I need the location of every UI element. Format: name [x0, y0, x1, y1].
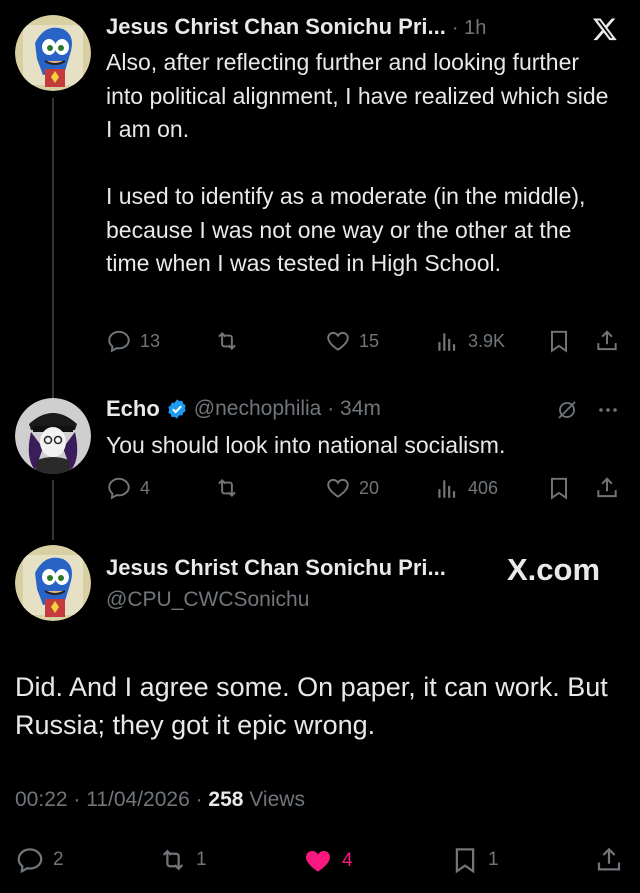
- author-name[interactable]: Jesus Christ Chan Sonichu Pri...: [106, 14, 446, 40]
- like-button[interactable]: 4: [302, 845, 353, 877]
- handle-time[interactable]: @nechophilia · 34m: [194, 397, 381, 421]
- views-count: 406: [468, 477, 499, 498]
- like-icon: [327, 331, 349, 351]
- tweet-text: You should look into national socialism.: [106, 432, 506, 458]
- retweet-button[interactable]: [214, 328, 248, 354]
- grok-icon[interactable]: [555, 398, 579, 427]
- retweet-button[interactable]: 1: [158, 845, 207, 875]
- views-icon: [438, 333, 456, 351]
- like-count: 4: [342, 850, 353, 871]
- author-name[interactable]: Jesus Christ Chan Sonichu Pri...: [106, 555, 446, 581]
- reply-count: 2: [53, 849, 64, 870]
- avatar-cwc[interactable]: [15, 15, 91, 91]
- reply-count: 4: [140, 477, 151, 498]
- reply-icon: [108, 330, 130, 353]
- author-name[interactable]: Echo: [106, 396, 160, 422]
- source-badge: X.com: [507, 552, 601, 587]
- views-button[interactable]: 406: [434, 475, 498, 501]
- retweet-icon: [162, 849, 184, 871]
- views-button[interactable]: 3.9K: [434, 328, 505, 354]
- x-logo-icon[interactable]: [592, 16, 618, 42]
- bookmark-button[interactable]: [546, 475, 572, 501]
- thread-line: [52, 98, 54, 398]
- share-icon: [597, 330, 617, 351]
- share-button[interactable]: [594, 328, 620, 354]
- bookmark-icon: [550, 330, 568, 353]
- bookmark-button[interactable]: [546, 328, 572, 354]
- retweet-button[interactable]: [214, 475, 248, 501]
- share-icon: [597, 477, 617, 498]
- post-time[interactable]: · 1h: [452, 17, 486, 40]
- avatar-echo[interactable]: [15, 398, 91, 474]
- like-count: 15: [359, 330, 380, 351]
- retweet-icon: [218, 332, 236, 350]
- like-button[interactable]: 15: [325, 328, 379, 354]
- bookmark-button[interactable]: 1: [450, 845, 499, 875]
- bookmark-icon: [550, 477, 568, 500]
- like-count: 20: [359, 477, 380, 498]
- bookmark-count: 1: [488, 849, 499, 870]
- reply-button[interactable]: 2: [15, 845, 64, 875]
- thread-line: [52, 480, 54, 540]
- reply-button[interactable]: 13: [106, 328, 160, 354]
- bookmark-icon: [455, 848, 475, 874]
- tweet-text: Also, after reflecting further and looki…: [106, 49, 609, 276]
- share-button[interactable]: [594, 845, 624, 875]
- retweet-icon: [218, 479, 236, 497]
- views-count: 258: [208, 788, 244, 811]
- views-icon: [438, 480, 456, 498]
- like-icon: [305, 851, 331, 872]
- reply-button[interactable]: 4: [106, 475, 150, 501]
- tweet-text: Did. And I agree some. On paper, it can …: [15, 672, 608, 740]
- reply-icon: [17, 848, 43, 874]
- avatar-cwc[interactable]: [15, 545, 91, 621]
- views-label: Views: [243, 788, 305, 811]
- reply-count: 13: [140, 330, 161, 351]
- retweet-count: 1: [196, 849, 207, 870]
- verified-badge-icon: [168, 399, 186, 419]
- timestamp[interactable]: 00:22 · 11/04/2026 ·: [15, 788, 208, 811]
- reply-icon: [108, 477, 130, 500]
- like-button[interactable]: 20: [325, 475, 379, 501]
- share-icon: [597, 847, 621, 871]
- like-icon: [327, 478, 349, 498]
- views-count: 3.9K: [468, 330, 506, 351]
- more-icon[interactable]: [596, 398, 620, 427]
- author-handle[interactable]: @CPU_CWCSonichu: [106, 588, 309, 612]
- share-button[interactable]: [594, 475, 620, 501]
